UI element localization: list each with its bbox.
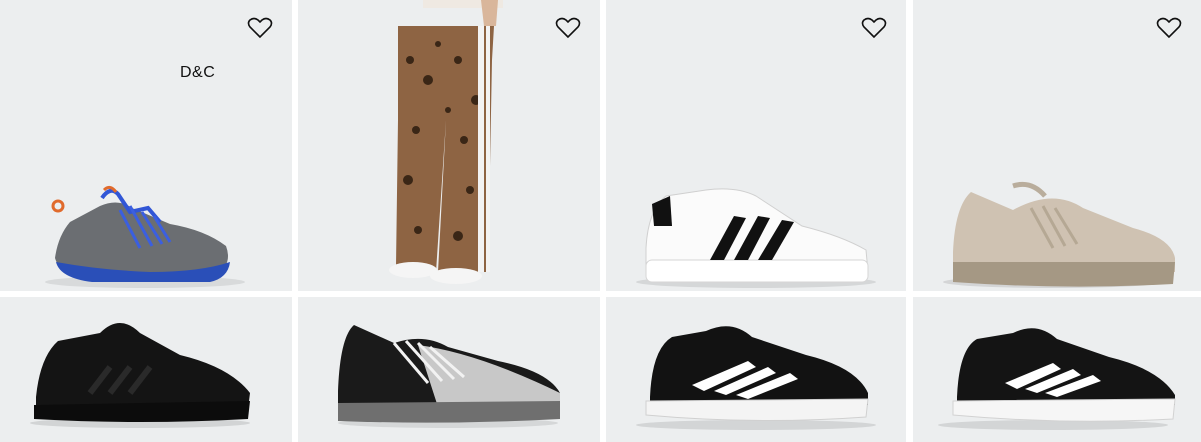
product-card[interactable] xyxy=(606,297,906,442)
product-card[interactable] xyxy=(298,0,600,291)
product-card[interactable] xyxy=(298,297,600,442)
product-image-black-white-knit-sneaker xyxy=(338,325,560,428)
product-grid: D&C xyxy=(0,0,1201,442)
product-image-leopard-pants xyxy=(389,0,503,284)
product-card[interactable]: D&C xyxy=(0,0,292,291)
product-image-black-stripe-runner-2 xyxy=(938,328,1176,430)
product-image-black-stripe-runner xyxy=(636,326,876,430)
product-image-beige-knit-shoe xyxy=(943,181,1175,288)
heart-icon[interactable] xyxy=(861,17,887,39)
product-card[interactable] xyxy=(913,0,1201,291)
heart-icon[interactable] xyxy=(247,17,273,39)
product-card[interactable] xyxy=(606,0,906,291)
product-card[interactable] xyxy=(913,297,1201,442)
product-image-white-court-sneaker xyxy=(636,188,876,288)
product-image-grey-blue-sneaker xyxy=(45,185,245,288)
heart-icon[interactable] xyxy=(1156,17,1182,39)
product-card[interactable] xyxy=(0,297,292,442)
product-image-black-runner xyxy=(30,323,250,428)
heart-icon[interactable] xyxy=(555,17,581,39)
brand-tag: D&C xyxy=(180,64,216,81)
